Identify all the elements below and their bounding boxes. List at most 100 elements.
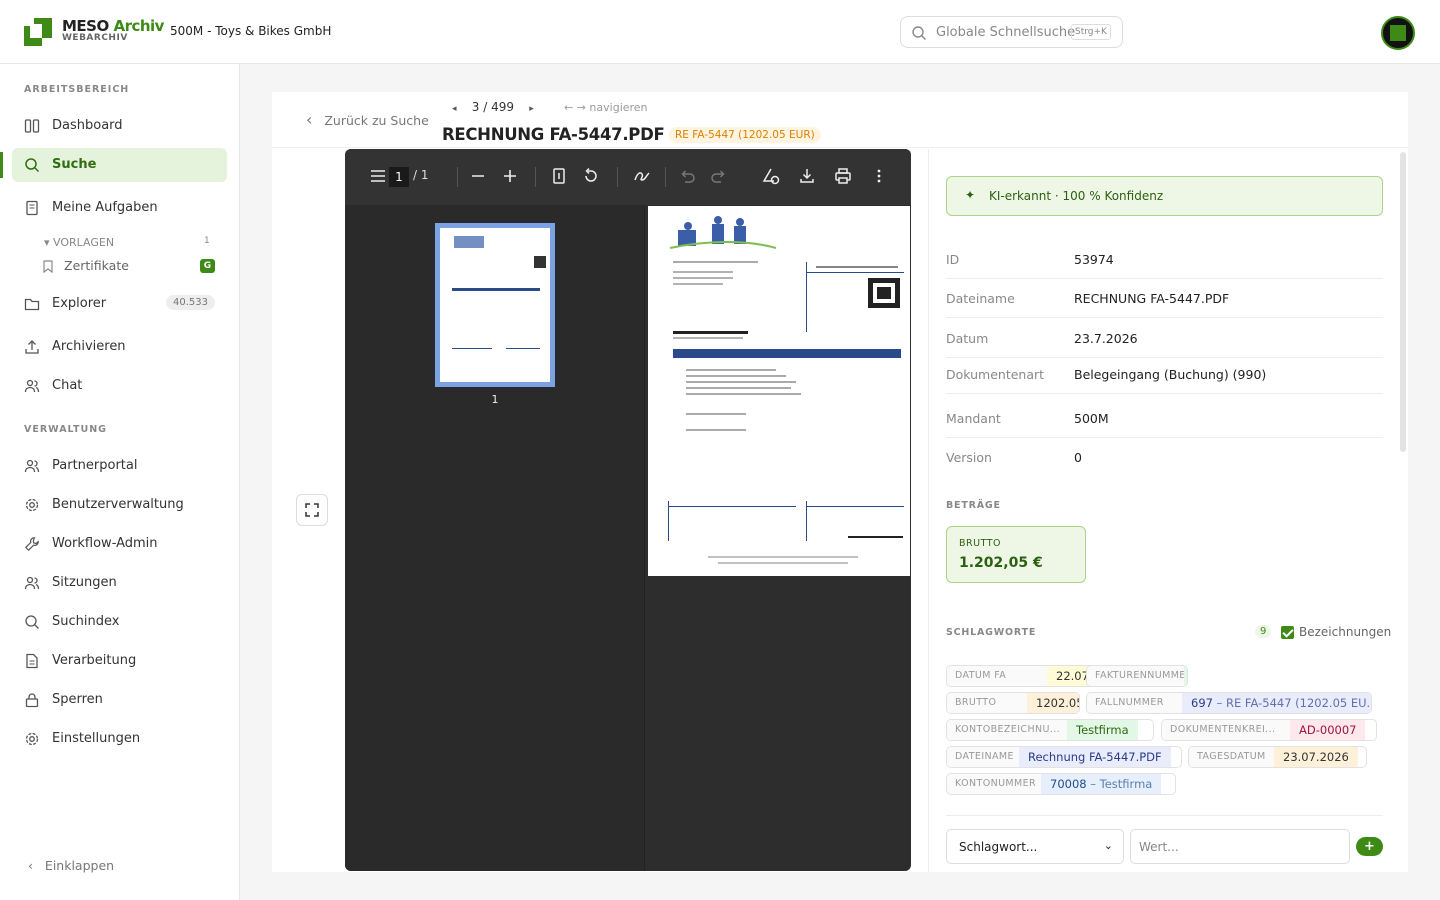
document-detail: ‹ Zurück zu Suche ◂ 3 / 499 ▸ ← → navigi… [272,92,1408,872]
zertifikate-badge: G [200,259,215,273]
keyword-tag[interactable]: TAGESDATUM 23.07.2026 [1188,746,1367,768]
sidebar-item-benutzer[interactable]: Benutzerverwaltung [12,488,227,522]
keyword-tag-value: 70008 – Testfirma [1041,774,1162,794]
toolbar-divider [535,167,536,187]
keyword-value-input[interactable]: Wert... [1130,829,1350,864]
sidebar-item-suchindex[interactable]: Suchindex [12,605,227,639]
keyword-tag[interactable]: DATEINAME Rechnung FA-5447.PDF [946,746,1182,768]
keyword-tag-value-text: Rechnung FA-5447.PDF [1028,750,1162,764]
keyword-tag-key: KONTOBEZEICHNU... [947,720,1067,740]
menu-icon[interactable] [369,167,387,185]
collapse-sidebar-button[interactable]: ‹ Einklappen [28,858,114,873]
add-keyword-button[interactable]: + [1356,837,1383,856]
rotate-icon[interactable] [582,167,600,185]
meta-value: 500M [1074,411,1109,426]
keyword-tag[interactable]: BRUTTO 1202.05 [946,692,1080,714]
fullscreen-button[interactable] [296,494,328,526]
sidebar-label: Zertifikate [64,258,129,273]
keyword-tag-key: DATUM FA [947,666,1047,686]
sidebar-item-sperren[interactable]: Sperren [12,683,227,717]
meta-row-id: ID 53974 [946,241,1383,279]
sidebar-label: Meine Aufgaben [52,200,158,215]
search-shortcut: Strg+K [1071,24,1111,40]
panel-scrollbar[interactable] [1400,152,1406,452]
meta-key: Mandant [946,411,1001,426]
sidebar-label: Archivieren [52,339,126,354]
zoom-in-icon[interactable] [501,167,519,185]
keyword-tag-key: TAGESDATUM [1189,747,1274,767]
zoom-out-icon[interactable] [469,167,487,185]
more-vertical-icon[interactable] [870,167,888,185]
ai-confidence-banner: ✦ KI-erkannt · 100 % Konfidenz [946,176,1383,216]
meta-key: ID [946,252,960,267]
print-icon[interactable] [834,167,852,185]
sidebar-item-chat[interactable]: Chat [12,369,227,403]
bezeichnungen-checkbox[interactable] [1281,626,1294,639]
detail-header: ‹ Zurück zu Suche ◂ 3 / 499 ▸ ← → navigi… [272,92,1408,148]
folder-icon [24,298,40,311]
expand-icon [305,503,319,517]
sidebar-item-dashboard[interactable]: Dashboard [12,109,227,143]
sidebar-label: Partnerportal [52,458,138,473]
tenant-name: 500M - Toys & Bikes GmbH [170,24,332,38]
keyword-tag-value: 1202.05 [1027,693,1080,713]
redo-icon[interactable] [710,167,728,185]
sidebar-item-workflow[interactable]: Workflow-Admin [12,527,227,561]
vorlagen-label: VORLAGEN [53,236,115,249]
sidebar-item-sitzungen[interactable]: Sitzungen [12,566,227,600]
undo-icon[interactable] [678,167,696,185]
section-schlagworte: SCHLAGWORTE [946,627,1037,638]
download-icon[interactable] [798,167,816,185]
lock-icon [25,693,39,708]
page-thumbnail[interactable] [435,223,555,387]
sidebar-item-verarbeitung[interactable]: Verarbeitung [12,644,227,678]
sidebar-label: Suche [52,157,97,172]
back-to-search-link[interactable]: ‹ Zurück zu Suche [306,110,429,129]
sidebar-item-einstellungen[interactable]: Einstellungen [12,722,227,756]
prev-doc-button[interactable]: ◂ [452,104,457,114]
nav-hint: ← → navigieren [564,101,648,114]
vorlagen-toggle[interactable]: ▾ VORLAGEN [44,236,114,249]
sidebar-item-archivieren[interactable]: Archivieren [12,330,227,364]
explorer-count: 40.533 [166,295,215,310]
draw-icon[interactable] [633,167,651,185]
add-shape-icon[interactable] [762,167,780,185]
keyword-tag[interactable]: DATUM FA22.07.2026 [946,665,1108,687]
keyword-tag[interactable]: FAKTURENNUMMERFA-5447 [1086,665,1188,687]
sidebar-label: Sperren [52,692,103,707]
global-search-input[interactable]: Globale Schnellsuche Strg+K [900,16,1123,48]
columns-icon [24,119,40,133]
sidebar-item-aufgaben[interactable]: Meine Aufgaben [12,191,227,225]
fit-page-icon[interactable] [550,167,568,185]
thumbnail-preview [452,236,546,349]
meta-row-version: Version 0 [946,439,1383,477]
pdf-page[interactable] [648,206,910,576]
section-workspace: ARBEITSBEREICH [24,84,130,95]
keyword-tag-value-text: 1202.05 [1036,696,1080,710]
sparkle-icon: ✦ [965,188,976,202]
keyword-tag[interactable]: KONTOBEZEICHNU... Testfirma [946,719,1154,741]
keyword-tag[interactable]: KONTONUMMER 70008 – Testfirma [946,773,1176,795]
divider [946,815,1383,816]
sidebar-item-zertifikate[interactable]: Zertifikate [42,256,222,278]
keyword-tag[interactable]: FALLNUMMER 697 – RE FA-5447 (1202.05 EU..… [1086,692,1372,714]
meta-key: Datum [946,331,989,346]
keyword-tag-key: FAKTURENNUMMER [1087,666,1187,686]
keyword-tag-value-text: 23.07.2026 [1283,750,1349,764]
keyword-tag-key: BRUTTO [947,693,1027,713]
page-number-input[interactable]: 1 [389,167,409,187]
keyword-tag-value: AD-00007 [1290,720,1366,740]
keyword-tag[interactable]: DOKUMENTENKREI... AD-00007 [1161,719,1377,741]
next-doc-button[interactable]: ▸ [529,104,534,114]
keyword-tag-value: 23.07.2026 [1274,747,1358,767]
keyword-select[interactable]: Schlagwort... ⌄ [946,829,1124,864]
sidebar-item-suche[interactable]: Suche [12,148,227,182]
sidebar-label: Workflow-Admin [52,536,158,551]
keyword-tag-key: DATEINAME [947,747,1019,767]
keyword-tag-extra: – Testfirma [1086,777,1153,791]
ai-confidence-text: KI-erkannt · 100 % Konfidenz [989,189,1164,203]
user-avatar[interactable] [1381,16,1415,50]
gear-icon [25,732,39,746]
sidebar-item-explorer[interactable]: Explorer 40.533 [12,287,227,321]
sidebar-item-partnerportal[interactable]: Partnerportal [12,449,227,483]
